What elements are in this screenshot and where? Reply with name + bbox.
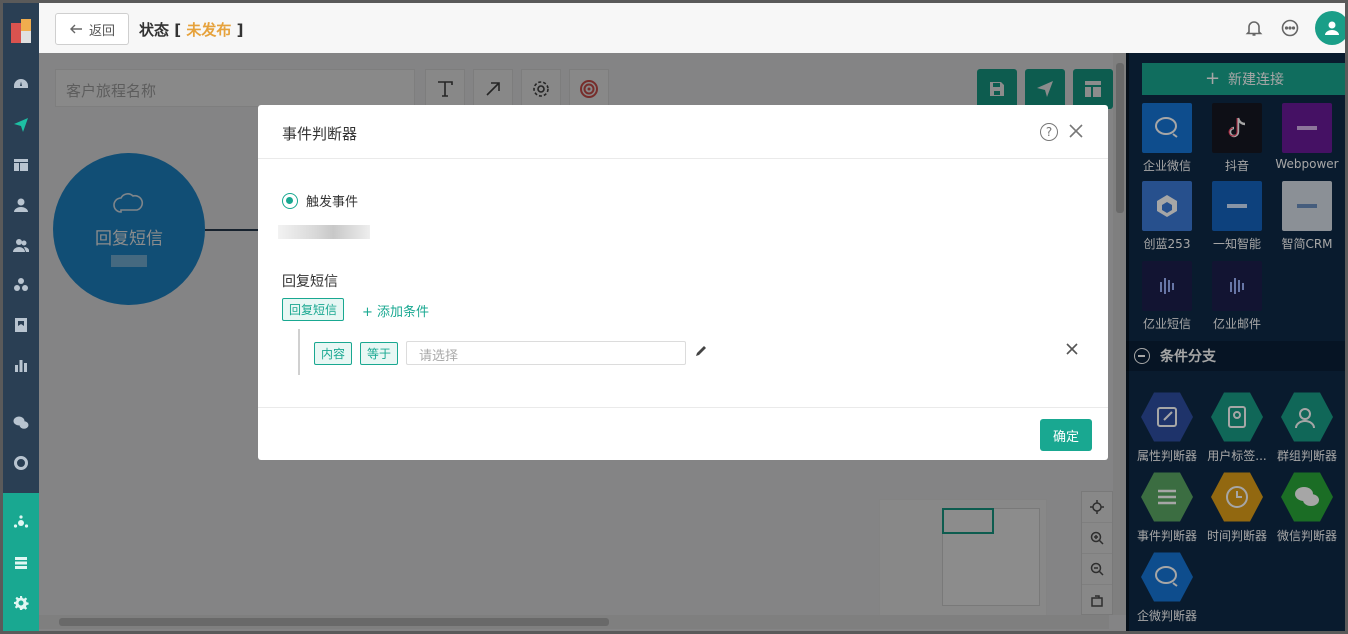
trigger-event-radio[interactable]: 触发事件 xyxy=(282,191,358,210)
cluster-icon[interactable] xyxy=(3,273,39,297)
radio-checked-icon xyxy=(282,192,298,209)
event-judge-dialog: 事件判断器 ? 触发事件 回复短信 回复短信 + 添加条件 内容 等于 请选择 … xyxy=(258,105,1108,460)
arrow-left-icon xyxy=(69,24,82,34)
radio-label: 触发事件 xyxy=(306,195,359,210)
left-nav xyxy=(3,3,39,631)
chat-icon[interactable] xyxy=(1281,19,1299,37)
send-icon[interactable] xyxy=(3,113,39,137)
gear-icon[interactable] xyxy=(3,591,39,615)
top-header: 返回 状态 [ 未发布 ] xyxy=(39,3,1345,53)
back-button[interactable]: 返回 xyxy=(55,13,129,45)
plus-icon: + xyxy=(362,305,378,320)
wechat-icon[interactable] xyxy=(3,411,39,435)
bell-icon[interactable] xyxy=(1245,19,1263,37)
avatar[interactable] xyxy=(1315,11,1345,45)
back-label: 返回 xyxy=(88,23,115,39)
confirm-button[interactable]: 确定 xyxy=(1040,419,1092,451)
add-condition-label: 添加条件 xyxy=(377,305,430,320)
dashboard-icon[interactable] xyxy=(3,73,39,97)
bar-chart-icon[interactable] xyxy=(3,353,39,377)
help-icon[interactable]: ? xyxy=(1040,123,1058,141)
database-icon[interactable] xyxy=(3,551,39,575)
condition-group-bar xyxy=(298,329,300,375)
dialog-header: 事件判断器 ? xyxy=(258,105,1108,159)
app-logo xyxy=(11,19,31,47)
condition-row: 内容 等于 请选择 xyxy=(314,341,708,365)
remove-condition-icon[interactable] xyxy=(1066,343,1078,355)
settings-ring-icon[interactable] xyxy=(3,451,39,475)
value-select[interactable]: 请选择 xyxy=(406,341,687,365)
bookmark-icon[interactable] xyxy=(3,313,39,337)
network-icon[interactable] xyxy=(3,511,39,535)
users-icon[interactable] xyxy=(3,233,39,257)
dialog-footer: 确定 xyxy=(258,407,1108,460)
title-prefix: 状态 xyxy=(139,21,170,39)
event-tag[interactable]: 回复短信 xyxy=(282,298,345,321)
page-title: 状态 [ 未发布 ] xyxy=(139,21,244,39)
event-section-label: 回复短信 xyxy=(282,274,338,290)
operator-tag[interactable]: 等于 xyxy=(360,341,399,365)
close-icon[interactable] xyxy=(1068,123,1084,139)
pencil-icon[interactable] xyxy=(694,344,708,362)
redacted-text xyxy=(278,225,370,239)
status-badge: 未发布 xyxy=(186,21,232,39)
dialog-title: 事件判断器 xyxy=(282,125,358,143)
field-tag[interactable]: 内容 xyxy=(314,341,353,365)
panel-backdrop xyxy=(1126,53,1345,631)
user-icon[interactable] xyxy=(3,193,39,217)
nav-bottom-group xyxy=(3,493,39,631)
layout-icon[interactable] xyxy=(3,153,39,177)
add-condition-button[interactable]: + 添加条件 xyxy=(362,301,429,320)
